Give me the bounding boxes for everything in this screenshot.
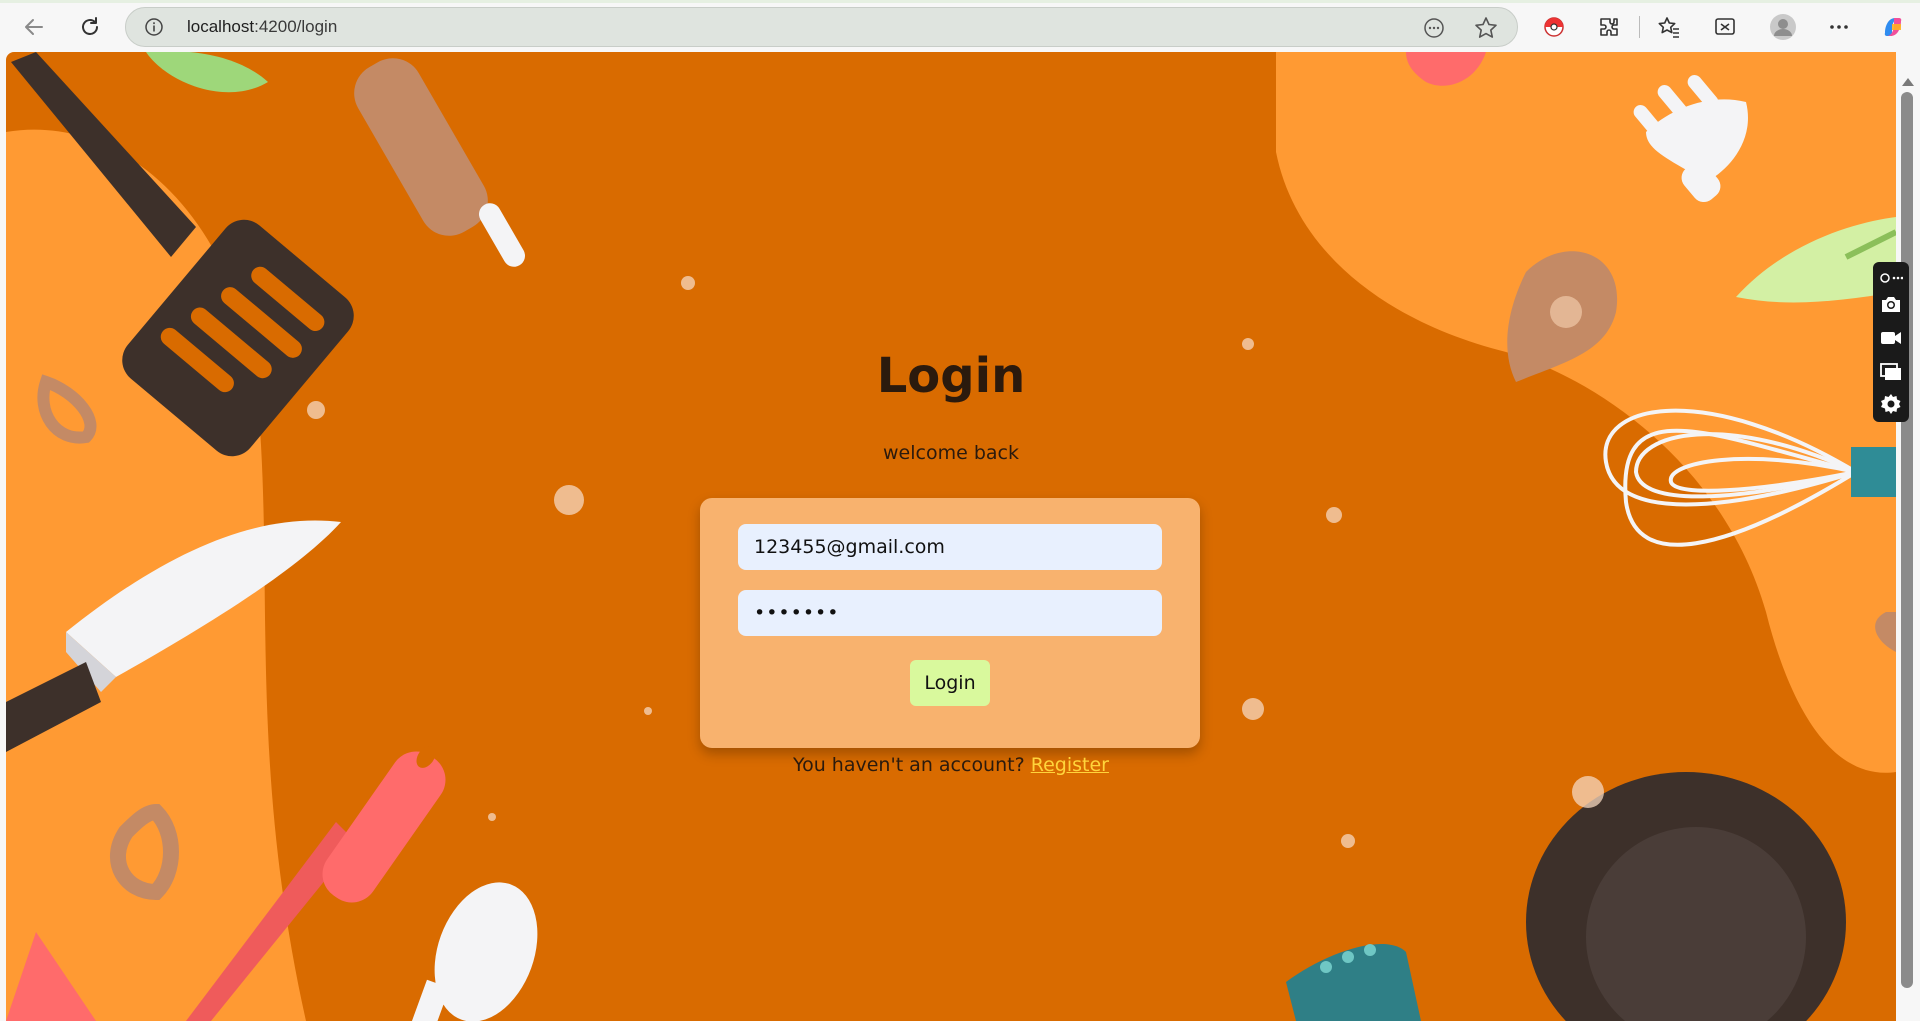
capture-side-toolbar	[1873, 262, 1909, 422]
refresh-icon	[82, 17, 98, 35]
email-field[interactable]: 123455@gmail.com	[738, 524, 1162, 570]
scroll-thumb[interactable]	[1901, 92, 1913, 988]
login-button[interactable]: Login	[910, 660, 990, 706]
window-capture-icon[interactable]	[1879, 360, 1903, 384]
register-prompt-text: You haven't an account?	[793, 754, 1025, 776]
address-bar[interactable]: localhost:4200/login	[125, 7, 1518, 47]
login-form-card: 123455@gmail.com ••••••• Login	[700, 498, 1200, 748]
video-camera-icon[interactable]	[1879, 326, 1903, 350]
tab-strip-edge	[0, 0, 1920, 3]
url-path: :4200/login	[254, 17, 338, 36]
page-subtitle: welcome back	[883, 442, 1019, 464]
toolbar-menu-icon[interactable]	[1879, 266, 1903, 290]
page-scrollbar[interactable]	[1896, 52, 1920, 1021]
reading-view-icon[interactable]	[1423, 17, 1445, 39]
page-title: Login	[876, 348, 1026, 404]
settings-gear-icon[interactable]	[1879, 392, 1903, 416]
back-button[interactable]	[18, 11, 50, 43]
register-prompt: You haven't an account? Register	[6, 754, 1896, 776]
screenshot-tool-icon[interactable]	[1710, 12, 1740, 42]
page-viewport: Login welcome back 123455@gmail.com ••••…	[6, 52, 1896, 1021]
extensions-puzzle-icon[interactable]	[1594, 12, 1624, 42]
url-text[interactable]: localhost:4200/login	[187, 17, 337, 37]
toolbar-divider	[1639, 16, 1640, 38]
site-info-icon[interactable]	[144, 17, 164, 37]
browser-toolbar: localhost:4200/login	[0, 0, 1920, 52]
refresh-button[interactable]	[74, 11, 106, 43]
camera-icon[interactable]	[1879, 292, 1903, 316]
favorites-icon[interactable]	[1654, 12, 1684, 42]
favorite-star-icon[interactable]	[1473, 15, 1499, 41]
copilot-icon[interactable]	[1878, 12, 1908, 42]
profile-avatar-icon[interactable]	[1768, 12, 1798, 42]
register-link[interactable]: Register	[1031, 754, 1109, 776]
password-field[interactable]: •••••••	[738, 590, 1162, 636]
url-host: localhost	[187, 17, 255, 36]
pokeball-extension-icon[interactable]	[1539, 12, 1569, 42]
scroll-up-arrow-icon[interactable]	[1902, 78, 1914, 86]
more-options-icon[interactable]	[1824, 12, 1854, 42]
back-arrow-icon	[25, 19, 43, 35]
